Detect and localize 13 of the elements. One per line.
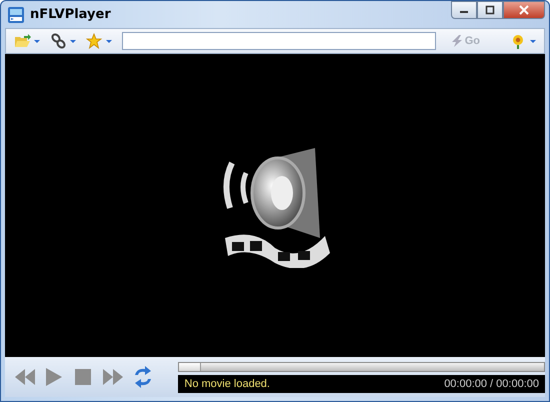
address-field[interactable] — [122, 32, 436, 50]
seek-thumb[interactable] — [179, 362, 202, 370]
status-message: No movie loaded. — [184, 378, 270, 390]
time-display: 00:00:00 / 00:00:00 — [444, 378, 539, 390]
close-button[interactable] — [503, 1, 545, 19]
lightning-icon — [450, 34, 464, 48]
close-icon — [518, 5, 530, 15]
app-icon — [7, 6, 25, 24]
window-title: nFLVPlayer — [30, 7, 111, 22]
minimize-button[interactable] — [451, 1, 477, 19]
seek-bar[interactable] — [178, 362, 545, 372]
maximize-button[interactable] — [477, 1, 503, 19]
maximize-icon — [485, 5, 495, 15]
